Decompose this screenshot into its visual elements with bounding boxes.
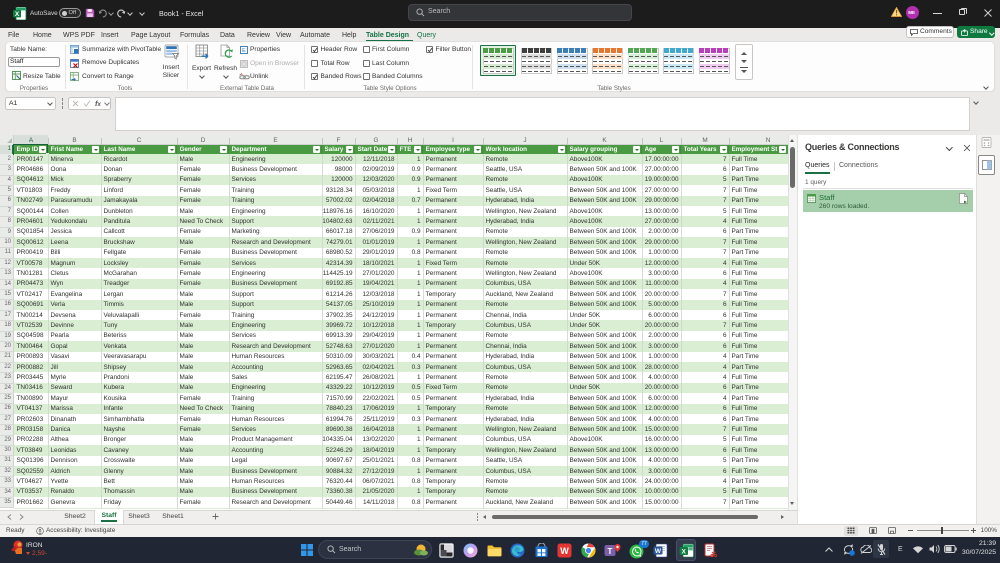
svg-text:X: X — [15, 11, 20, 18]
svg-text:X: X — [682, 548, 687, 555]
svg-text:W: W — [655, 548, 662, 555]
svg-text:W: W — [560, 546, 569, 556]
svg-text:T: T — [608, 547, 613, 556]
svg-text:E: E — [242, 48, 246, 54]
